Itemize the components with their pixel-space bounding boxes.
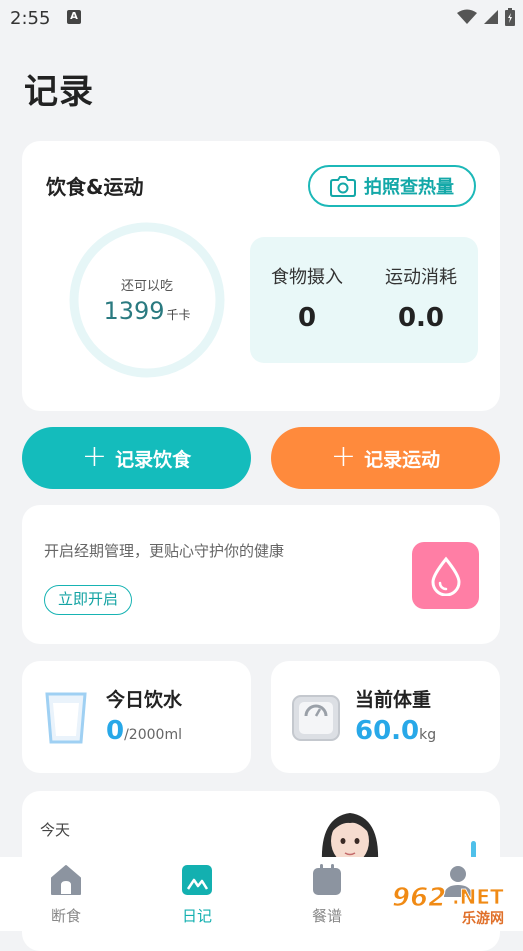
water-card[interactable]: 今日饮水 0/2000ml [22, 661, 251, 773]
notification-icon: A [67, 10, 81, 24]
record-food-label: 记录饮食 [115, 448, 192, 471]
signal-icon [484, 10, 498, 24]
plus-icon: + [330, 438, 357, 474]
nav-diary-label: 日记 [181, 907, 212, 925]
ring-subtitle: 还可以吃 [120, 279, 173, 294]
avatar-illustration [321, 813, 379, 863]
nav-recipes-label: 餐谱 [311, 907, 342, 925]
stats-box: 食物摄入 运动消耗 0 0.0 [250, 237, 478, 363]
photo-button-label: 拍照查热量 [364, 177, 454, 198]
water-value: 0/2000ml [106, 716, 182, 746]
page-title: 记录 [24, 72, 94, 112]
diary-icon [182, 865, 212, 895]
watermark-graphic: 962 .NET 乐游网 [390, 883, 504, 927]
photo-calorie-button[interactable]: 拍照查热量 [308, 165, 476, 207]
diet-exercise-card: 饮食&运动 拍照查热量 还可以吃 1399 千卡 食物摄入 运动消耗 0 0.0 [22, 141, 500, 411]
house-icon [51, 865, 81, 895]
nav-recipes[interactable]: 餐谱 [287, 863, 367, 926]
plus-icon: + [81, 438, 108, 474]
battery-icon [505, 8, 515, 26]
weight-unit: kg [419, 727, 437, 743]
drop-icon [430, 556, 461, 596]
record-exercise-label: 记录运动 [364, 448, 441, 471]
remaining-unit: 千卡 [166, 308, 191, 322]
water-target: /2000ml [124, 727, 182, 743]
camera-icon [330, 176, 356, 197]
status-icons [457, 8, 515, 26]
weight-amount: 60.0 [355, 716, 420, 746]
nav-fasting-label: 断食 [50, 907, 81, 925]
watermark-logo: 962 .NET 乐游网 [386, 878, 518, 928]
period-text: 开启经期管理，更贴心守护你的健康 [44, 542, 285, 560]
water-glass-icon [45, 692, 87, 744]
svg-text:.NET: .NET [452, 885, 504, 909]
nav-fasting[interactable]: 断食 [26, 863, 106, 926]
svg-text:962: 962 [392, 883, 446, 913]
nav-diary[interactable]: 日记 [157, 863, 237, 926]
remaining-value: 1399 [103, 297, 165, 325]
svg-text:乐游网: 乐游网 [462, 910, 504, 927]
period-card: 开启经期管理，更贴心守护你的健康 立即开启 [22, 505, 500, 644]
weight-card[interactable]: 当前体重 60.0kg [271, 661, 500, 773]
record-food-button[interactable]: + 记录饮食 [22, 427, 251, 489]
water-title: 今日饮水 [106, 689, 183, 711]
wifi-icon [457, 9, 477, 24]
notebook-icon [313, 864, 341, 895]
scale-icon [292, 695, 340, 741]
diet-card-title: 饮食&运动 [46, 175, 144, 199]
status-time: 2:55 [10, 8, 51, 29]
water-amount: 0 [106, 716, 125, 746]
status-bar: 2:55 A [0, 0, 523, 34]
remaining-calories: 1399 千卡 [68, 297, 226, 325]
burn-value: 0.0 [397, 303, 445, 333]
today-label: 今天 [40, 821, 71, 839]
weight-title: 当前体重 [355, 689, 432, 711]
intake-label: 食物摄入 [271, 267, 343, 288]
burn-label: 运动消耗 [385, 267, 457, 288]
period-drop-tile[interactable] [412, 542, 479, 609]
record-exercise-button[interactable]: + 记录运动 [271, 427, 500, 489]
intake-value: 0 [297, 303, 317, 333]
weight-value: 60.0kg [355, 716, 436, 746]
enable-period-button[interactable]: 立即开启 [44, 585, 132, 615]
